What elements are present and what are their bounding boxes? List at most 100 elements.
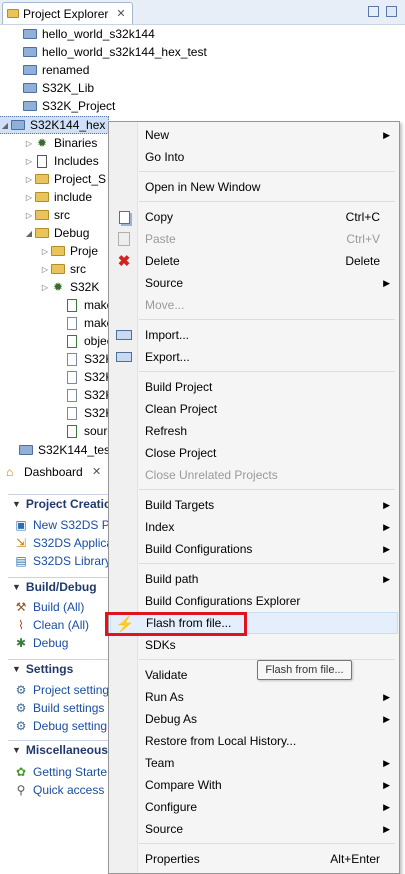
menu-item-configure[interactable]: Configure ▶	[110, 796, 398, 818]
expand-arrow-icon[interactable]: ▷	[24, 139, 34, 148]
menu-item-refresh[interactable]: Refresh	[110, 420, 398, 442]
tree-item[interactable]: sourc	[54, 422, 113, 440]
menu-item-go-into[interactable]: Go Into	[110, 146, 398, 168]
dashboard-section-header[interactable]: ▼ Settings	[12, 662, 73, 676]
dashboard-link[interactable]: ⇲ S32DS Applica	[14, 535, 113, 551]
menu-item-open-in-new-window[interactable]: Open in New Window	[110, 176, 398, 198]
menu-item-index[interactable]: Index ▶	[110, 516, 398, 538]
menu-item-validate[interactable]: Validate	[110, 664, 398, 686]
menu-item-restore-from-local-history[interactable]: Restore from Local History...	[110, 730, 398, 752]
menu-item-build-path[interactable]: Build path ▶	[110, 568, 398, 590]
menu-item-source[interactable]: Source ▶	[110, 818, 398, 840]
menu-item-clean-project[interactable]: Clean Project	[110, 398, 398, 420]
tree-item[interactable]: ◢ S32K144_hex	[0, 116, 109, 134]
expand-arrow-icon[interactable]: ◢	[24, 229, 34, 238]
minimize-icon[interactable]	[368, 6, 379, 17]
dashboard-link[interactable]: ▣ New S32DS Pr	[14, 517, 113, 533]
dashboard-section-header[interactable]: ▼ Build/Debug	[12, 580, 97, 594]
tree-item[interactable]: ▷ Project_S	[24, 170, 106, 188]
tree-item-label: src	[54, 208, 70, 222]
dashboard-link[interactable]: ⚙ Debug setting	[14, 718, 107, 734]
tree-item[interactable]: objec	[54, 332, 113, 350]
dashboard-tab[interactable]: ⌂ Dashboard ✕	[0, 460, 120, 484]
collapse-icon[interactable]: ▼	[12, 499, 21, 509]
file-icon	[64, 351, 80, 367]
close-icon[interactable]: ✕	[116, 7, 125, 20]
expand-arrow-icon[interactable]: ▷	[24, 157, 34, 166]
tree-item[interactable]: ▷ src	[24, 206, 70, 224]
tree-item[interactable]: S32K	[54, 368, 113, 386]
tree-item[interactable]: renamed	[12, 61, 89, 79]
menu-item-build-configurations[interactable]: Build Configurations ▶	[110, 538, 398, 560]
tree-item[interactable]: S32K	[54, 386, 113, 404]
tree-item[interactable]: S32K_Lib	[12, 79, 94, 97]
menu-item-delete[interactable]: ✖ Delete Delete	[110, 250, 398, 272]
menu-item-label: Close Unrelated Projects	[145, 468, 278, 482]
collapse-icon[interactable]: ▼	[12, 664, 21, 674]
project-explorer-tabbar: Project Explorer ✕	[0, 0, 405, 25]
dashboard-link[interactable]: ✱ Debug	[14, 635, 68, 651]
tree-item[interactable]: S32K	[54, 404, 113, 422]
project-explorer-tab[interactable]: Project Explorer ✕	[2, 2, 133, 24]
menu-item-close-project[interactable]: Close Project	[110, 442, 398, 464]
menu-item-copy[interactable]: Copy Ctrl+C	[110, 206, 398, 228]
menu-item-compare-with[interactable]: Compare With ▶	[110, 774, 398, 796]
dashboard-section-header[interactable]: ▼ Project Creatio	[12, 497, 111, 511]
tree-item[interactable]: hello_world_s32k144	[12, 25, 155, 43]
expand-arrow-icon[interactable]: ◢	[0, 121, 10, 130]
menu-item-sdks[interactable]: SDKs	[110, 634, 398, 656]
dashboard-link[interactable]: ⚙ Build settings	[14, 700, 105, 716]
menu-item-team[interactable]: Team ▶	[110, 752, 398, 774]
collapse-icon[interactable]: ▼	[12, 582, 21, 592]
menu-item-debug-as[interactable]: Debug As ▶	[110, 708, 398, 730]
dashboard-link[interactable]: ⚙ Project setting	[14, 682, 109, 698]
expand-arrow-icon[interactable]: ▷	[40, 283, 50, 292]
dashboard-link[interactable]: ⚲ Quick access	[14, 782, 105, 798]
tree-item[interactable]: make	[54, 314, 113, 332]
menu-item-properties[interactable]: Properties Alt+Enter	[110, 848, 398, 870]
tree-item[interactable]: ▷ Proje	[40, 242, 98, 260]
expand-arrow-icon[interactable]: ▷	[24, 193, 34, 202]
collapse-icon[interactable]: ▼	[12, 745, 21, 755]
menu-item-label: Run As	[145, 690, 184, 704]
tree-item[interactable]: S32K_Project	[12, 97, 115, 115]
menu-item-run-as[interactable]: Run As ▶	[110, 686, 398, 708]
expand-arrow-icon[interactable]: ▷	[24, 175, 34, 184]
tree-item[interactable]: ▷ ✹ S32K	[40, 278, 99, 296]
menu-item-build-project[interactable]: Build Project	[110, 376, 398, 398]
menu-item-build-configurations-explorer[interactable]: Build Configurations Explorer	[110, 590, 398, 612]
menu-item-build-targets[interactable]: Build Targets ▶	[110, 494, 398, 516]
expand-arrow-icon[interactable]: ▷	[24, 211, 34, 220]
expand-arrow-icon[interactable]: ▷	[40, 247, 50, 256]
dashboard-section-header[interactable]: ▼ Miscellaneous	[12, 743, 108, 757]
menu-item-source[interactable]: Source ▶	[110, 272, 398, 294]
dashboard-link[interactable]: ⌇ Clean (All)	[14, 617, 89, 633]
tree-item[interactable]: ◢ Debug	[24, 224, 89, 242]
menu-separator	[139, 171, 395, 172]
menu-item-export[interactable]: Export...	[110, 346, 398, 368]
dashboard-link[interactable]: ⚒ Build (All)	[14, 599, 85, 615]
paste-icon	[116, 231, 132, 247]
maximize-icon[interactable]	[386, 6, 397, 17]
expand-arrow-icon[interactable]: ▷	[40, 265, 50, 274]
tree-item[interactable]: ▷ include	[24, 188, 92, 206]
menu-item-label: Configure	[145, 800, 198, 814]
tree-item[interactable]: S32K144_tes	[8, 441, 110, 459]
tree-item[interactable]: ▷ src	[40, 260, 86, 278]
folder-icon	[34, 171, 50, 187]
dashboard-link[interactable]: ▤ S32DS Library	[14, 553, 111, 569]
tree-item[interactable]: hello_world_s32k144_hex_test	[12, 43, 207, 61]
tree-item-label: src	[70, 262, 86, 276]
tree-item[interactable]: make	[54, 296, 113, 314]
tree-item[interactable]: S32K	[54, 350, 113, 368]
submenu-arrow-icon: ▶	[383, 521, 390, 532]
submenu-arrow-icon: ▶	[383, 277, 390, 288]
tree-item[interactable]: ▷ Includes	[24, 152, 99, 170]
menu-item-label: Build Targets	[145, 498, 215, 512]
menu-item-import[interactable]: Import...	[110, 324, 398, 346]
menu-item-new[interactable]: New ▶	[110, 124, 398, 146]
close-icon[interactable]: ✕	[92, 465, 101, 478]
tree-item-label: Debug	[54, 226, 90, 240]
dashboard-link[interactable]: ✿ Getting Starte	[14, 764, 107, 780]
tree-item[interactable]: ▷ ✹ Binaries	[24, 134, 97, 152]
